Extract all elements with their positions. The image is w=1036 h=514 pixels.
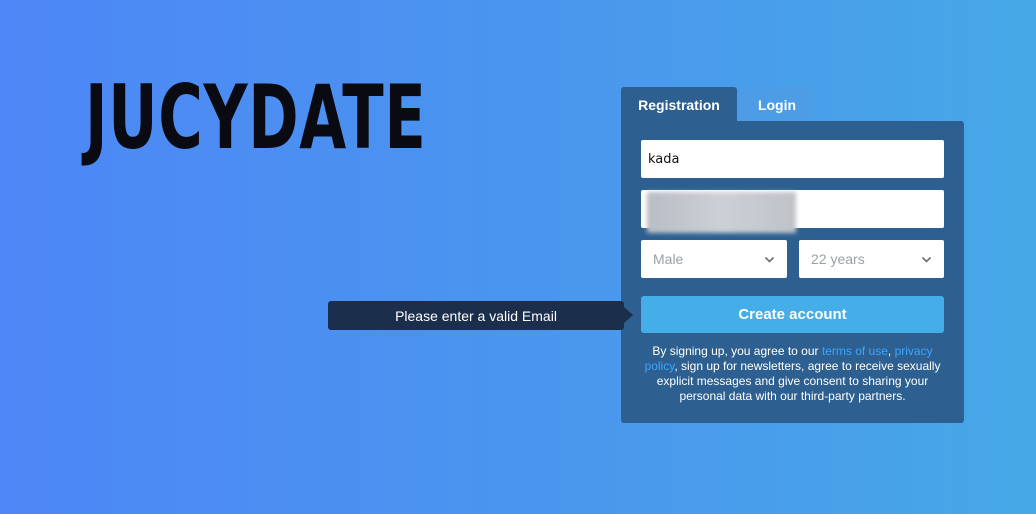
- validation-tooltip: Please enter a valid Email: [328, 301, 624, 330]
- terms-text: By signing up, you agree to our terms of…: [639, 344, 946, 404]
- chevron-down-icon: [921, 256, 932, 263]
- tab-registration[interactable]: Registration: [621, 87, 737, 122]
- registration-panel: Male 22 years Create account By signing …: [621, 121, 964, 423]
- gender-select[interactable]: Male: [641, 240, 787, 278]
- name-input[interactable]: [641, 140, 944, 178]
- age-select-value: 22 years: [811, 251, 865, 267]
- tooltip-arrow: [624, 307, 633, 323]
- terms-suffix: , sign up for newsletters, agree to rece…: [656, 359, 941, 403]
- chevron-down-icon: [764, 256, 775, 263]
- tab-login[interactable]: Login: [740, 87, 814, 122]
- auth-tabs: Registration Login: [621, 87, 814, 122]
- gender-select-value: Male: [653, 251, 684, 267]
- terms-separator: ,: [887, 344, 895, 358]
- email-input[interactable]: [641, 190, 944, 228]
- terms-prefix: By signing up, you agree to our: [652, 344, 822, 358]
- age-select[interactable]: 22 years: [799, 240, 944, 278]
- terms-of-use-link[interactable]: terms of use: [822, 344, 888, 358]
- create-account-button[interactable]: Create account: [641, 296, 944, 333]
- brand-logo: JUCYDATE: [85, 66, 427, 169]
